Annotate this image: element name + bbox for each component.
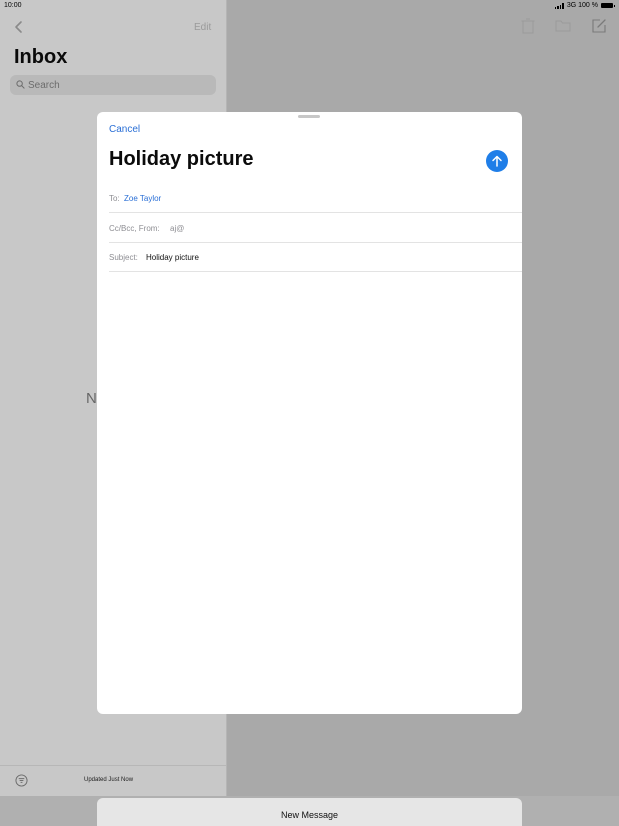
search-input[interactable]: Search xyxy=(10,75,216,95)
new-message-tab[interactable]: New Message xyxy=(97,798,522,826)
sheet-grabber[interactable] xyxy=(298,115,320,118)
to-label: To: xyxy=(109,194,120,203)
edit-button[interactable]: Edit xyxy=(194,22,211,33)
arrow-up-icon xyxy=(492,155,502,167)
empty-state-text: N xyxy=(86,390,97,407)
page-title: Inbox xyxy=(14,46,68,68)
send-button[interactable] xyxy=(486,150,508,172)
new-message-tab-label: New Message xyxy=(280,810,339,820)
battery-icon xyxy=(601,3,615,8)
subject-label: Subject: xyxy=(109,253,138,262)
updated-status: Updated Just Now xyxy=(84,777,134,783)
back-chevron-icon[interactable] xyxy=(12,20,26,34)
compose-icon[interactable] xyxy=(591,18,607,34)
status-indicators: 3G 100 % xyxy=(554,2,615,9)
ccbcc-label: Cc/Bcc, From: xyxy=(109,224,160,233)
subject-value[interactable]: Holiday picture xyxy=(146,253,199,262)
compose-sheet: Cancel Holiday picture To: Zoe Taylor Cc… xyxy=(97,112,522,714)
from-value: aj@ xyxy=(170,224,185,233)
compose-title: Holiday picture xyxy=(109,148,254,170)
subject-field[interactable]: Subject: Holiday picture xyxy=(109,242,522,272)
to-field[interactable]: To: Zoe Taylor xyxy=(109,183,522,213)
status-time: 10:00 xyxy=(4,2,22,9)
search-icon xyxy=(16,80,25,89)
message-body[interactable] xyxy=(109,272,522,702)
signal-icon xyxy=(554,2,564,9)
to-recipient[interactable]: Zoe Taylor xyxy=(124,194,161,203)
search-placeholder: Search xyxy=(28,80,60,91)
inbox-bottom-bar: Updated Just Now xyxy=(0,765,226,797)
trash-icon[interactable] xyxy=(521,18,535,34)
ccbcc-field[interactable]: Cc/Bcc, From: aj@ xyxy=(109,213,522,243)
bottom-strip: New Message xyxy=(0,796,619,826)
cancel-button[interactable]: Cancel xyxy=(109,124,140,135)
filter-icon[interactable] xyxy=(15,774,28,787)
folder-icon[interactable] xyxy=(555,18,571,32)
status-bar: 10:00 3G 100 % xyxy=(0,0,619,12)
network-text: 3G 100 % xyxy=(566,2,598,9)
